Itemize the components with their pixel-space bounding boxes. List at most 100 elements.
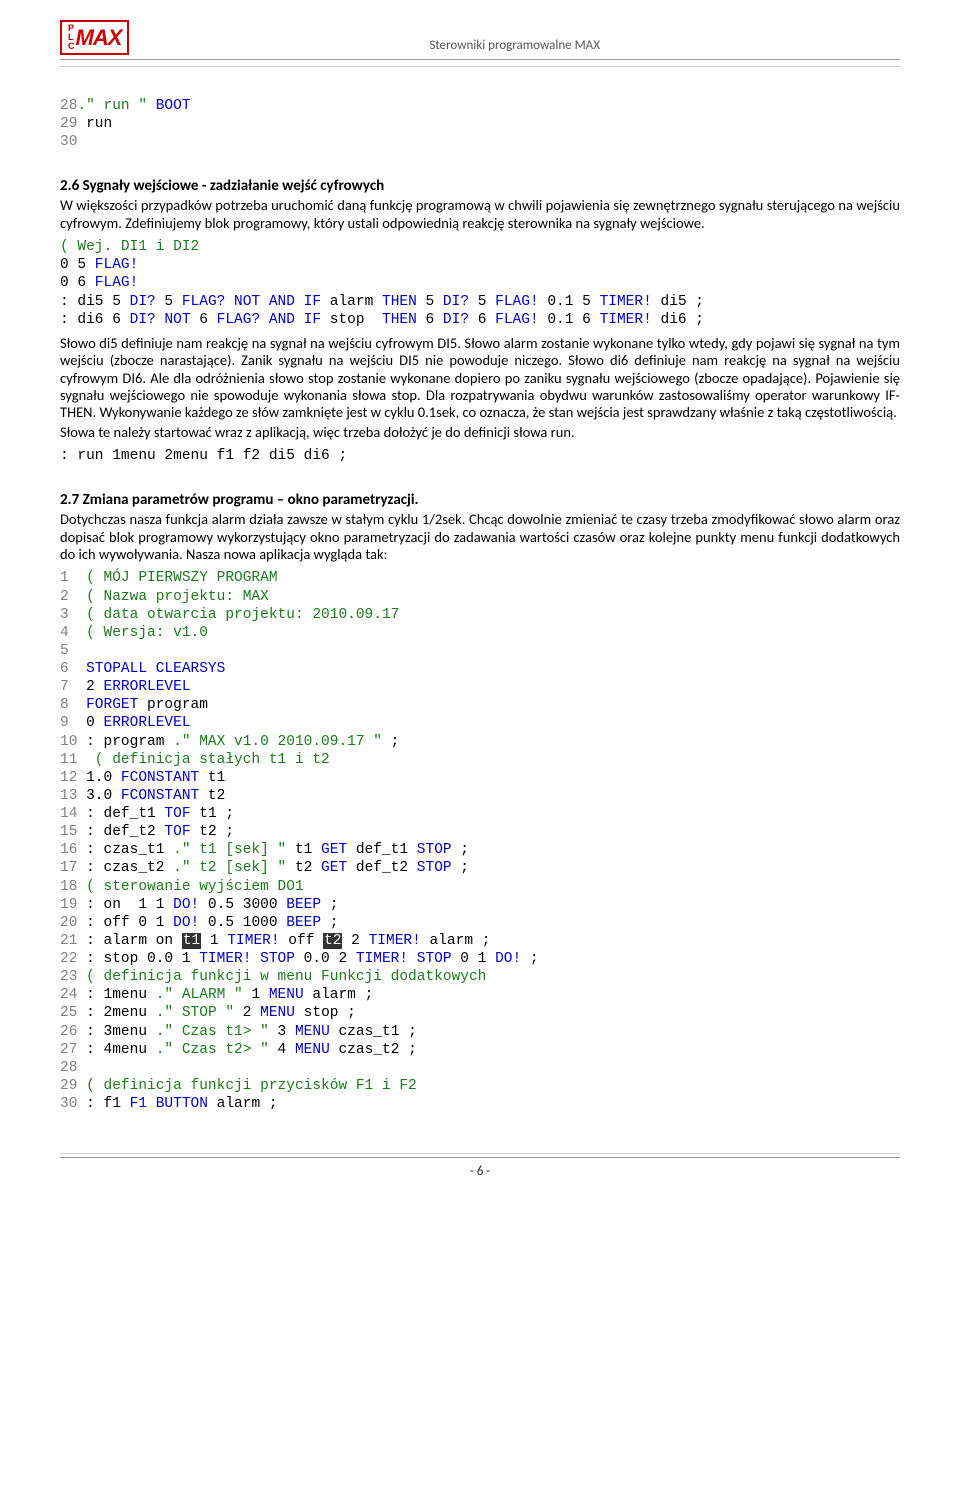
code-text: : stop 0.0 1 [77,951,190,967]
code-text: FLAG! [86,275,138,291]
code-text: 3 [269,1024,286,1040]
code-text: ." Czas t2> " [147,1042,269,1058]
code-text: ( definicja stałych t1 i t2 [77,752,329,768]
code-text: 6 [191,312,208,328]
code-text: THEN [373,294,417,310]
section-26-title: 2.6 Sygnały wejściowe - zadziałanie wejś… [60,177,900,195]
code-text: ; [321,915,338,931]
code-text: 0.1 6 [539,312,591,328]
line-num: 16 [60,842,77,858]
code-text: ; [382,734,399,750]
logo: PLC MAX [60,20,129,55]
code-text: : alarm on [77,933,181,949]
code-text: run [77,116,112,132]
code-text: 0.5 3000 [199,897,277,913]
code-text: 5 [417,294,434,310]
code-text: TIMER! [591,312,652,328]
code-text: BOOT [147,98,191,114]
code-text: 0.5 1000 [199,915,277,931]
code-text: 6 [417,312,434,328]
code-text: F1 BUTTON [121,1096,208,1112]
code-block-run: : run 1menu 2menu f1 f2 di5 di6 ; [60,447,900,465]
code-text: FLAG? NOT AND IF [173,294,321,310]
line-num: 28 [60,1060,77,1076]
code-text: : czas_t2 [77,860,164,876]
code-text: MENU [251,1005,295,1021]
code-text: FORGET [69,697,139,713]
code-text: t2 ; [191,824,235,840]
code-text: ." STOP " [147,1005,234,1021]
code-text: : 3menu [77,1024,147,1040]
code-text: DI? [434,294,469,310]
code-text: t1 [199,770,225,786]
code-text: 2 [234,1005,251,1021]
line-num: 26 [60,1024,77,1040]
header-rule [60,66,900,67]
line-num: 20 [60,915,77,931]
code-text: t2 [199,788,225,804]
code-text: FLAG! [486,312,538,328]
code-text: 5 [469,294,486,310]
code-text: STOP [408,842,452,858]
code-text: ; [321,897,338,913]
code-text: 6 [469,312,486,328]
code-text: di6 ; [652,312,704,328]
code-text: ERRORLEVEL [95,715,191,731]
code-text: MENU [260,987,304,1003]
code-text: DI? NOT [121,312,191,328]
code-text: ." Czas t1> " [147,1024,269,1040]
code-text: FLAG! [486,294,538,310]
code-text: TIMER! STOP [191,951,295,967]
code-text: STOPALL CLEARSYS [69,661,226,677]
code-text: 1.0 [77,770,112,786]
code-text: 0.1 5 [539,294,591,310]
line-num: 15 [60,824,77,840]
code-text: DI? [121,294,156,310]
code-text: : run 1menu 2menu f1 f2 di5 di6 ; [60,448,347,464]
code-text: : def_t2 [77,824,155,840]
code-text: def_t1 [347,842,408,858]
line-num: 17 [60,860,77,876]
line-num: 30 [60,1096,77,1112]
code-text: ." t1 [sek] " [164,842,286,858]
code-block-top: 28." run " BOOT 29 run 30 [60,97,900,151]
code-text: DO! [164,897,199,913]
line-num: 1 [60,570,69,586]
code-text: ( Nazwa projektu: MAX [69,589,269,605]
line-num: 4 [60,625,69,641]
code-text: t1 ; [191,806,235,822]
footer-rule [60,1157,900,1158]
page-number: - 6 - [60,1164,900,1179]
line-num: 23 [60,969,77,985]
code-text: : di6 6 [60,312,121,328]
code-text: TOF [156,824,191,840]
code-text: DO! [164,915,199,931]
page-footer: - 6 - [60,1153,900,1179]
code-text: : on 1 1 [77,897,164,913]
line-num: 10 [60,734,77,750]
code-text: stop ; [295,1005,356,1021]
code-text: : f1 [77,1096,121,1112]
code-text: ( definicja funkcji w menu Funkcji dodat… [77,969,486,985]
code-text: ( data otwarcia projektu: 2010.09.17 [69,607,400,623]
code-text: ( Wersja: v1.0 [69,625,208,641]
line-num: 5 [60,643,69,659]
line-num: 11 [60,752,77,768]
line-num: 3 [60,607,69,623]
code-text: stop [321,312,373,328]
code-text: alarm ; [421,933,491,949]
code-text: 0 1 [452,951,487,967]
line-num: 9 [60,715,69,731]
code-text: ." ALARM " [147,987,243,1003]
code-text: czas_t1 ; [330,1024,417,1040]
code-highlight: t2 [323,933,342,949]
line-num: 18 [60,879,77,895]
line-num: 12 [60,770,77,786]
code-text: alarm ; [208,1096,278,1112]
code-text: ; [452,842,469,858]
code-text: ( definicja funkcji przycisków F1 i F2 [77,1078,416,1094]
code-text: czas_t2 ; [330,1042,417,1058]
code-text: t2 [286,860,312,876]
code-text: FCONSTANT [112,770,199,786]
page-header: PLC MAX Sterowniki programowalne MAX [60,20,900,60]
